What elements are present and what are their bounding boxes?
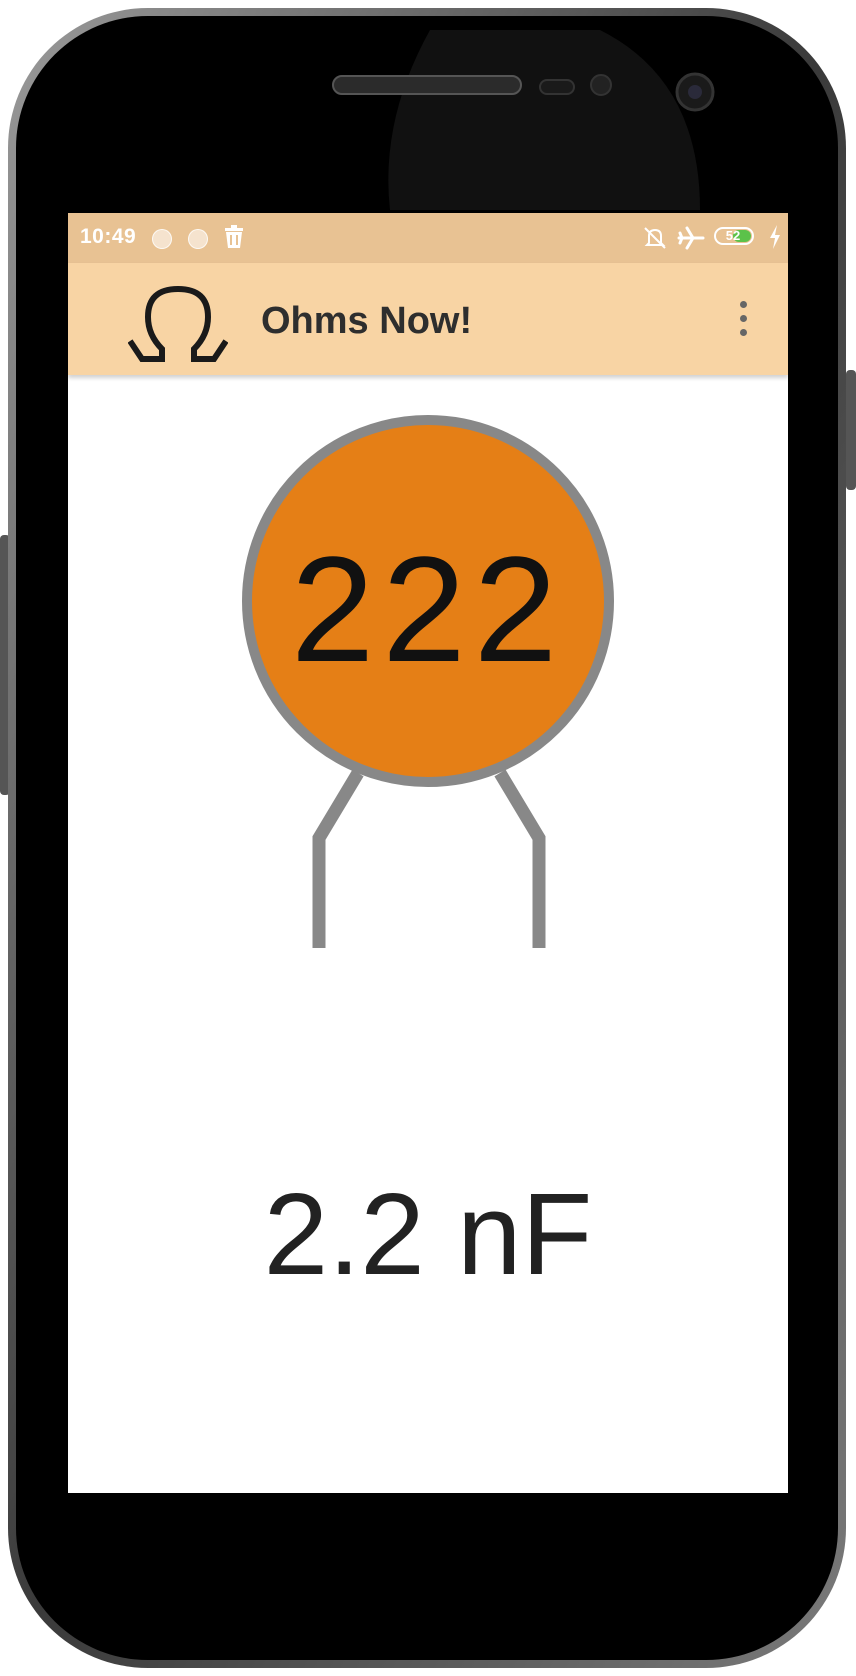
capacitor-code: 222 <box>291 525 565 693</box>
earpiece-speaker <box>332 75 522 95</box>
screen: 10:49 52 Ohms Now! 222 2.2 nF <box>68 213 788 1493</box>
capacitor-left-lead <box>312 769 364 948</box>
ceramic-capacitor: 222 <box>242 415 614 948</box>
capacitor-right-lead <box>494 769 546 948</box>
light-sensor <box>590 74 612 96</box>
right-side-button <box>846 370 856 490</box>
proximity-sensor <box>539 79 575 95</box>
capacitance-value: 2.2 nF <box>263 1169 593 1299</box>
